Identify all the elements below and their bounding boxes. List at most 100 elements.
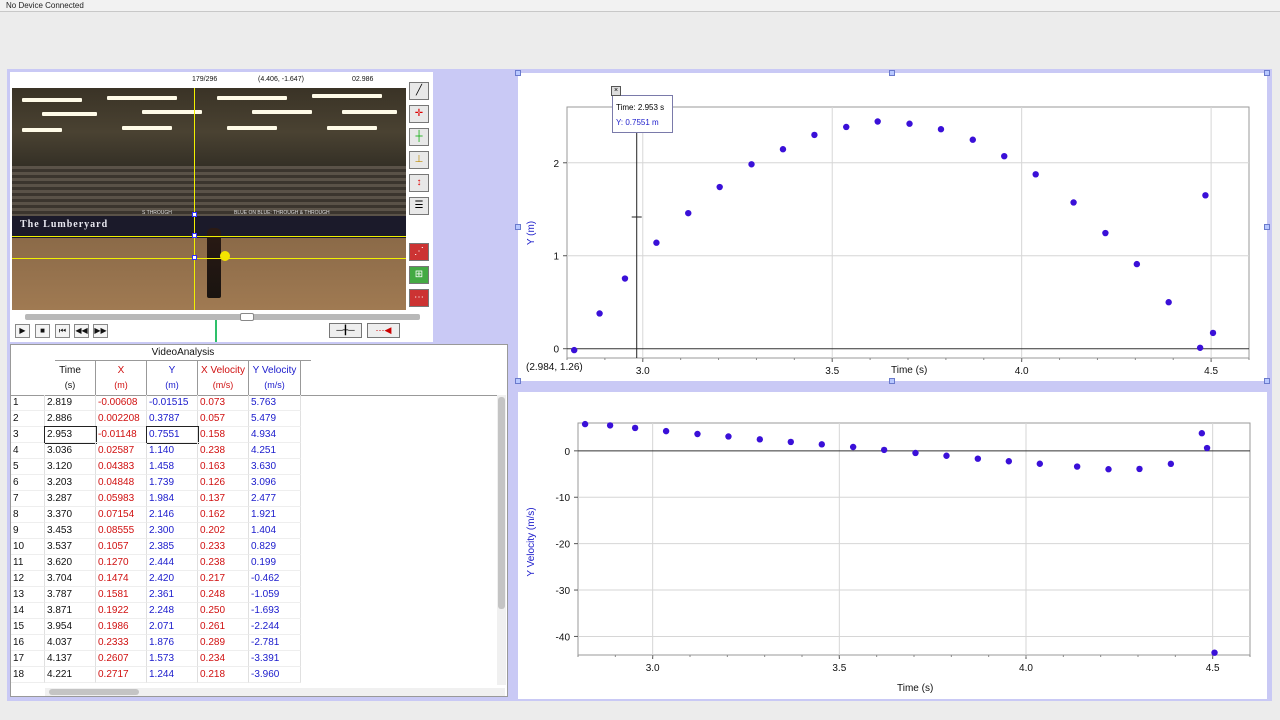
table-cell[interactable]: 3.787 <box>45 587 96 603</box>
show-axes-button[interactable]: ⊞ <box>409 266 429 284</box>
table-cell[interactable]: 0.1986 <box>96 619 147 635</box>
replay-tool-button[interactable]: ☰ <box>409 197 429 215</box>
table-cell[interactable]: 3.203 <box>45 475 96 491</box>
col-header-y[interactable]: Y (m) <box>147 361 198 395</box>
table-vertical-scroll-thumb[interactable] <box>498 397 505 609</box>
table-horizontal-scroll-thumb[interactable] <box>49 689 139 695</box>
table-cell[interactable]: 1.458 <box>147 459 198 475</box>
table-cell[interactable]: 3.537 <box>45 539 96 555</box>
add-point-tool-button[interactable]: ✛ <box>409 105 429 123</box>
table-cell[interactable]: 3.120 <box>45 459 96 475</box>
stop-button[interactable]: ■ <box>35 324 50 338</box>
table-row[interactable]: 4 3.036 0.02587 1.140 0.238 4.251 <box>11 443 501 459</box>
resize-handle[interactable] <box>889 70 895 76</box>
table-row[interactable]: 3 2.953 -0.01148 0.7551 0.158 4.934 <box>11 426 501 444</box>
table-cell[interactable]: 3.704 <box>45 571 96 587</box>
table-cell[interactable]: -1.059 <box>249 587 301 603</box>
table-cell[interactable]: 3.954 <box>45 619 96 635</box>
table-cell[interactable]: 5.479 <box>249 411 301 427</box>
table-cell[interactable]: 0.08555 <box>96 523 147 539</box>
col-header-time[interactable]: Time (s) <box>45 361 96 395</box>
table-cell[interactable]: 0.217 <box>198 571 249 587</box>
table-cell[interactable]: 2.361 <box>147 587 198 603</box>
trail-options-button[interactable]: ⋯◀ <box>367 323 400 338</box>
table-cell[interactable]: 1.140 <box>147 443 198 459</box>
table-cell[interactable]: 0.2717 <box>96 667 147 683</box>
track-point[interactable] <box>192 233 197 238</box>
table-row[interactable]: 18 4.221 0.2717 1.244 0.218 -3.960 <box>11 667 501 683</box>
pointer-tool-button[interactable]: ╱ <box>409 82 429 100</box>
table-cell[interactable]: 0.1474 <box>96 571 147 587</box>
table-cell[interactable]: 0.233 <box>198 539 249 555</box>
video-frame[interactable]: The Lumberyard S THROUGH BLUE ON BLUE: T… <box>12 88 406 310</box>
video-scrubber[interactable] <box>25 314 420 320</box>
photo-distance-tool-button[interactable]: ↕ <box>409 174 429 192</box>
table-cell[interactable]: 2.819 <box>45 395 96 411</box>
table-cell[interactable]: 0.829 <box>249 539 301 555</box>
table-cell[interactable]: 0.248 <box>198 587 249 603</box>
resize-handle[interactable] <box>1264 70 1270 76</box>
set-scale-tool-button[interactable]: ⊥ <box>409 151 429 169</box>
table-cell[interactable]: 0.057 <box>198 411 249 427</box>
table-cell[interactable]: 0.137 <box>198 491 249 507</box>
table-cell[interactable]: 0.1922 <box>96 603 147 619</box>
show-points-button[interactable]: ⋯ <box>409 289 429 307</box>
table-row[interactable]: 11 3.620 0.1270 2.444 0.238 0.199 <box>11 555 501 571</box>
table-cell[interactable]: 0.1581 <box>96 587 147 603</box>
table-cell[interactable]: 0.2607 <box>96 651 147 667</box>
table-cell[interactable]: 0.1270 <box>96 555 147 571</box>
track-point[interactable] <box>192 212 197 217</box>
table-cell[interactable]: -3.391 <box>249 651 301 667</box>
table-cell[interactable]: 3.453 <box>45 523 96 539</box>
table-cell[interactable]: 1.739 <box>147 475 198 491</box>
table-cell[interactable]: 2.146 <box>147 507 198 523</box>
forward-button[interactable]: ▶▶ <box>93 324 108 338</box>
table-cell[interactable]: 1.573 <box>147 651 198 667</box>
table-cell[interactable]: -0.01515 <box>147 395 198 411</box>
table-cell[interactable]: 3.871 <box>45 603 96 619</box>
col-header-y-velocity[interactable]: Y Velocity (m/s) <box>249 361 301 395</box>
table-cell[interactable]: 1.921 <box>249 507 301 523</box>
table-cell[interactable]: 2.444 <box>147 555 198 571</box>
table-cell[interactable]: 3.096 <box>249 475 301 491</box>
table-cell[interactable]: 0.7551 <box>146 426 199 444</box>
rewind-button[interactable]: ◀◀ <box>74 324 89 338</box>
table-cell[interactable]: 2.886 <box>45 411 96 427</box>
table-cell[interactable]: 0.238 <box>198 443 249 459</box>
table-cell[interactable]: 4.221 <box>45 667 96 683</box>
resize-handle[interactable] <box>515 224 521 230</box>
table-cell[interactable]: 0.218 <box>198 667 249 683</box>
table-cell[interactable]: 2.420 <box>147 571 198 587</box>
table-row[interactable]: 6 3.203 0.04848 1.739 0.126 3.096 <box>11 475 501 491</box>
close-icon[interactable]: × <box>611 86 621 96</box>
table-row[interactable]: 9 3.453 0.08555 2.300 0.202 1.404 <box>11 523 501 539</box>
table-cell[interactable]: 0.02587 <box>96 443 147 459</box>
table-cell[interactable]: 3.620 <box>45 555 96 571</box>
table-cell[interactable]: 2.300 <box>147 523 198 539</box>
table-cell[interactable]: 3.630 <box>249 459 301 475</box>
table-row[interactable]: 1 2.819 -0.00608 -0.01515 0.073 5.763 <box>11 395 501 411</box>
set-origin-tool-button[interactable]: ┼ <box>409 128 429 146</box>
table-cell[interactable]: 0.250 <box>198 603 249 619</box>
table-cell[interactable]: 0.199 <box>249 555 301 571</box>
show-trail-button[interactable]: ⋰ <box>409 243 429 261</box>
track-point[interactable] <box>192 255 197 260</box>
table-cell[interactable]: -0.462 <box>249 571 301 587</box>
table-cell[interactable]: 0.202 <box>198 523 249 539</box>
table-cell[interactable]: 0.158 <box>198 427 249 443</box>
table-cell[interactable]: -2.244 <box>249 619 301 635</box>
table-cell[interactable]: 0.073 <box>198 395 249 411</box>
table-cell[interactable]: 0.04848 <box>96 475 147 491</box>
table-cell[interactable]: -0.01148 <box>96 427 147 443</box>
table-row[interactable]: 10 3.537 0.1057 2.385 0.233 0.829 <box>11 539 501 555</box>
graph-y-velocity[interactable]: 3.0 3.5 4.0 4.5 0 -10 -20 -30 -40 Y Velocity (m/s… <box>518 392 1267 699</box>
resize-handle[interactable] <box>1264 378 1270 384</box>
table-cell[interactable]: 0.04383 <box>96 459 147 475</box>
table-cell[interactable]: 0.289 <box>198 635 249 651</box>
table-cell[interactable]: -2.781 <box>249 635 301 651</box>
table-cell[interactable]: 0.002208 <box>96 411 147 427</box>
table-cell[interactable]: 0.2333 <box>96 635 147 651</box>
col-header-x-velocity[interactable]: X Velocity (m/s) <box>198 361 249 395</box>
table-cell[interactable]: 0.261 <box>198 619 249 635</box>
table-row[interactable]: 17 4.137 0.2607 1.573 0.234 -3.391 <box>11 651 501 667</box>
